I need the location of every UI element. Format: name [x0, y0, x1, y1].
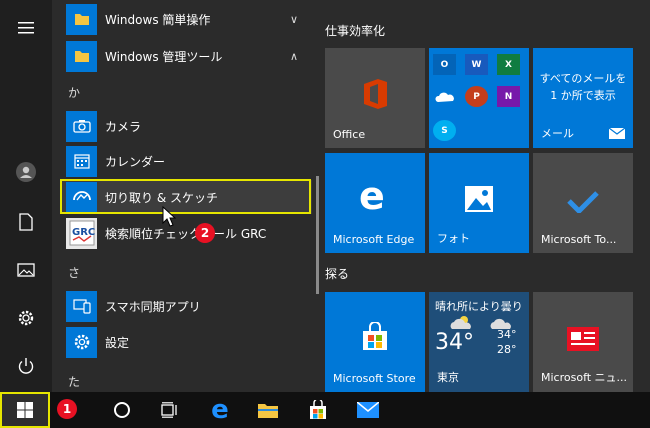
calendar-icon [66, 145, 97, 177]
folder-icon [66, 3, 97, 35]
tile-photos[interactable]: フォト [429, 153, 529, 253]
folder-icon [258, 404, 278, 418]
tile-label: Microsoft To... [541, 233, 617, 246]
powerpoint-icon: P [465, 86, 488, 107]
edge-icon: e [211, 395, 229, 425]
group-title-explore[interactable]: 探る [325, 265, 349, 282]
camera-icon [66, 110, 97, 142]
checkmark-icon [567, 191, 599, 213]
tile-label: Office [333, 128, 366, 141]
tile-microsoft-todo[interactable]: Microsoft To... [533, 153, 633, 253]
user-account-icon[interactable] [0, 152, 52, 192]
list-item-windows-accessibility[interactable]: Windows 簡単操作 ∨ [62, 2, 312, 36]
app-label: スマホ同期アプリ [105, 299, 201, 314]
app-label: カメラ [105, 119, 142, 134]
section-header-sa[interactable]: さ [68, 264, 80, 281]
app-label: カレンダー [105, 154, 166, 169]
group-title-productivity[interactable]: 仕事効率化 [325, 22, 385, 39]
step-badge-2: 2 [195, 223, 215, 243]
mouse-cursor-icon [162, 206, 177, 227]
start-rail [0, 0, 52, 392]
task-view-button[interactable] [146, 392, 194, 428]
word-icon: W [465, 54, 488, 75]
step-badge-1: 1 [57, 399, 77, 419]
taskbar-mail[interactable] [344, 392, 392, 428]
store-bag-icon [310, 400, 326, 419]
section-header-ta[interactable]: た [68, 373, 80, 390]
app-label: 検索順位チェックツール GRC [105, 226, 267, 241]
weather-high: 34° [497, 328, 517, 341]
tile-label: Microsoft Edge [333, 233, 415, 246]
folder-icon [66, 40, 97, 72]
tile-weather[interactable]: 晴れ所により曇り 34° 34° 28° 東京 [429, 292, 529, 392]
tile-label: Microsoft Store [333, 372, 416, 385]
tile-label: メール [541, 127, 574, 140]
taskbar-store[interactable] [294, 392, 342, 428]
app-list-scrollbar[interactable] [316, 176, 319, 294]
grc-app-icon: GRC [66, 217, 97, 249]
highlight-box-snip [60, 179, 311, 214]
taskbar-file-explorer[interactable] [244, 392, 292, 428]
mail-tile-text: すべてのメールを 1 か所で表示 [539, 72, 627, 102]
list-item-grc[interactable]: GRC 検索順位チェックツール GRC [62, 216, 312, 250]
cloud-sun-icon [450, 316, 471, 329]
app-label: 設定 [105, 335, 130, 350]
cortana-circle-icon [114, 402, 130, 418]
tile-office[interactable]: Office [325, 48, 425, 148]
app-label: Windows 管理ツール [105, 49, 223, 64]
chevron-up-icon: ∧ [289, 49, 298, 63]
tile-microsoft-store[interactable]: Microsoft Store [325, 292, 425, 392]
edge-logo-icon: e [359, 174, 385, 218]
list-item-windows-admin-tools[interactable]: Windows 管理ツール ∧ [62, 39, 312, 73]
tile-label: 東京 [437, 371, 459, 384]
svg-text:GRC: GRC [72, 227, 95, 238]
tile-office-apps-group[interactable]: O W X P N S [429, 48, 529, 148]
mail-envelope-icon [357, 402, 379, 418]
tile-mail[interactable]: すべてのメールを 1 か所で表示 メール [533, 48, 633, 148]
start-menu: Windows 簡単操作 ∨ Windows 管理ツール ∧ か カメラ カレン… [0, 0, 650, 392]
onedrive-icon [433, 86, 456, 107]
app-label: Windows 簡単操作 [105, 12, 211, 27]
office-logo-icon [364, 79, 387, 109]
mail-envelope-icon [609, 128, 625, 139]
power-icon[interactable] [0, 346, 52, 386]
outlook-icon: O [433, 54, 456, 75]
tile-label: Microsoft ニュ... [541, 371, 628, 384]
pictures-icon[interactable] [0, 250, 52, 290]
store-bag-icon [363, 322, 387, 350]
phone-link-icon [66, 290, 97, 322]
hamburger-menu-icon[interactable] [0, 8, 52, 48]
chevron-down-icon: ∨ [289, 12, 298, 26]
section-header-ka[interactable]: か [68, 84, 80, 101]
task-view-icon [161, 402, 177, 418]
onenote-icon: N [497, 86, 520, 107]
documents-icon[interactable] [0, 202, 52, 242]
tile-microsoft-edge[interactable]: e Microsoft Edge [325, 153, 425, 253]
weather-temperature: 34° [435, 330, 474, 355]
taskbar: 1 e [0, 392, 650, 428]
excel-icon: X [497, 54, 520, 75]
tile-label: フォト [437, 232, 470, 245]
weather-low: 28° [497, 343, 517, 356]
cortana-button[interactable] [98, 392, 146, 428]
weather-condition: 晴れ所により曇り [435, 300, 523, 313]
list-item-camera[interactable]: カメラ [62, 109, 312, 143]
tile-microsoft-news[interactable]: Microsoft ニュ... [533, 292, 633, 392]
list-item-settings[interactable]: 設定 [62, 325, 312, 359]
photos-icon [465, 186, 493, 212]
skype-icon: S [433, 120, 456, 141]
list-item-calendar[interactable]: カレンダー [62, 144, 312, 178]
list-item-phone-link[interactable]: スマホ同期アプリ [62, 289, 312, 323]
highlight-box-start [0, 392, 50, 428]
settings-gear-icon[interactable] [0, 298, 52, 338]
settings-gear-icon [66, 326, 97, 358]
news-icon [567, 327, 599, 351]
taskbar-edge[interactable]: e [196, 392, 244, 428]
